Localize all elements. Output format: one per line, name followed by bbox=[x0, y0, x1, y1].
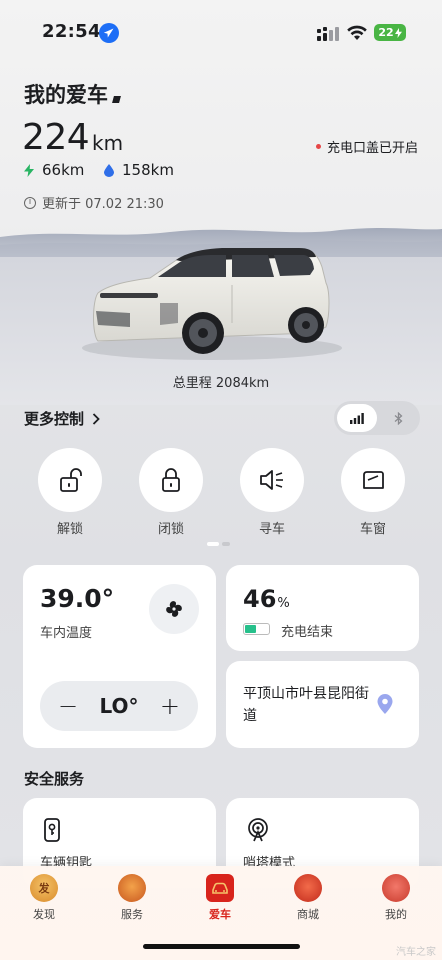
battery-level-fill bbox=[245, 625, 256, 633]
battery-percent: 46% bbox=[243, 585, 290, 613]
battery-level-badge: 22 bbox=[374, 24, 406, 41]
status-time: 22:54 bbox=[42, 21, 101, 42]
update-time-text: 更新于 07.02 21:30 bbox=[42, 197, 164, 212]
fan-button[interactable] bbox=[149, 584, 199, 634]
tab-label-service: 服务 bbox=[121, 908, 143, 921]
electric-range-value: 66km bbox=[42, 161, 85, 179]
lock-label: 闭锁 bbox=[157, 522, 184, 537]
battery-level-text: 22 bbox=[378, 26, 394, 39]
connection-mode-toggle[interactable] bbox=[334, 401, 420, 435]
discover-tab-icon: 发 bbox=[30, 874, 58, 902]
my-car-tab-icon bbox=[206, 874, 234, 902]
fan-icon bbox=[166, 601, 182, 617]
charging-bolt-icon bbox=[394, 27, 402, 38]
tab-label-discover: 发现 bbox=[33, 908, 55, 921]
more-controls-link[interactable]: 更多控制 bbox=[24, 408, 100, 429]
info-icon: i bbox=[24, 196, 36, 209]
window-label: 车窗 bbox=[359, 522, 386, 537]
bluetooth-mode-button[interactable] bbox=[378, 404, 418, 432]
location-pin-icon bbox=[377, 694, 393, 714]
find-car-button[interactable] bbox=[240, 448, 304, 512]
lightning-icon bbox=[24, 163, 34, 177]
charging-status: 充电结束 bbox=[281, 625, 334, 640]
tab-service[interactable]: 服务 bbox=[100, 874, 164, 922]
tab-label-profile: 我的 bbox=[385, 908, 407, 921]
more-controls-label: 更多控制 bbox=[24, 410, 85, 428]
tab-label-mall: 商城 bbox=[297, 908, 319, 921]
climate-card[interactable]: 39.0° 车内温度 − LO° + bbox=[23, 565, 216, 748]
horn-icon bbox=[260, 470, 283, 490]
bluetooth-icon bbox=[394, 411, 402, 425]
tab-mall[interactable]: 商城 bbox=[276, 874, 340, 922]
temperature-increase-button[interactable]: + bbox=[160, 692, 180, 720]
charge-port-status-text: 充电口盖已开启 bbox=[326, 141, 418, 156]
unlock-label: 解锁 bbox=[56, 522, 83, 537]
page-dot-active bbox=[207, 542, 219, 546]
page-title: 我的爱车 bbox=[24, 83, 108, 107]
lock-icon bbox=[162, 468, 180, 492]
battery-percent-value: 46 bbox=[243, 585, 277, 613]
total-range-value: 224 bbox=[22, 117, 90, 158]
unlock-icon bbox=[60, 468, 82, 492]
update-time[interactable]: i 更新于 07.02 21:30 bbox=[24, 193, 164, 212]
temperature-setting: LO° bbox=[99, 694, 139, 718]
page-dot bbox=[222, 542, 230, 546]
wifi-icon bbox=[346, 24, 368, 42]
battery-card[interactable]: 46% 充电结束 bbox=[226, 565, 419, 651]
tab-label-my-car: 爱车 bbox=[209, 908, 231, 921]
home-indicator[interactable] bbox=[143, 944, 300, 949]
discover-tab-icon-text: 发 bbox=[38, 882, 50, 895]
lock-control[interactable]: 闭锁 bbox=[139, 448, 203, 537]
cellular-signal-icon bbox=[316, 26, 340, 41]
controls-page-indicator bbox=[207, 542, 230, 546]
battery-percent-unit: % bbox=[277, 596, 290, 611]
window-icon bbox=[363, 471, 384, 489]
cabin-temperature-label: 车内温度 bbox=[40, 626, 93, 641]
unlock-button[interactable] bbox=[38, 448, 102, 512]
battery-level-bar bbox=[243, 623, 270, 635]
tab-profile[interactable]: 我的 bbox=[364, 874, 428, 922]
fuel-range: 158km bbox=[104, 161, 174, 179]
location-arrow-icon bbox=[99, 23, 119, 43]
total-range-unit: km bbox=[92, 131, 124, 155]
odometer: 总里程 2084km bbox=[172, 376, 270, 391]
profile-tab-icon bbox=[382, 874, 410, 902]
location-card[interactable]: 平顶山市叶县昆阳街道 bbox=[226, 661, 419, 748]
electric-range: 66km bbox=[24, 161, 84, 179]
tab-discover[interactable]: 发 发现 bbox=[12, 874, 76, 922]
alert-dot-icon bbox=[315, 144, 321, 149]
signal-bars-icon bbox=[350, 412, 364, 424]
mall-tab-icon bbox=[294, 874, 322, 902]
fuel-drop-icon bbox=[104, 163, 114, 177]
title-mark-icon bbox=[112, 96, 121, 103]
service-tab-icon bbox=[118, 874, 146, 902]
sentry-icon bbox=[248, 818, 268, 842]
cabin-temperature-value: 39.0° bbox=[40, 584, 115, 613]
tab-my-car[interactable]: 爱车 bbox=[188, 874, 252, 922]
car-key-icon bbox=[44, 818, 60, 842]
chevron-right-icon bbox=[92, 412, 100, 425]
unlock-control[interactable]: 解锁 bbox=[38, 448, 102, 537]
lock-button[interactable] bbox=[139, 448, 203, 512]
vehicle-location-address: 平顶山市叶县昆阳街道 bbox=[243, 686, 369, 724]
find-car-control[interactable]: 寻车 bbox=[240, 448, 304, 537]
window-button[interactable] bbox=[341, 448, 405, 512]
temperature-stepper: − LO° + bbox=[40, 681, 198, 731]
watermark: 汽车之家 bbox=[396, 947, 436, 958]
window-control[interactable]: 车窗 bbox=[341, 448, 405, 537]
fuel-range-value: 158km bbox=[122, 161, 174, 179]
charge-port-status[interactable]: 充电口盖已开启 bbox=[315, 137, 418, 156]
find-car-label: 寻车 bbox=[258, 522, 285, 537]
temperature-decrease-button[interactable]: − bbox=[58, 692, 78, 720]
cellular-mode-button[interactable] bbox=[337, 404, 377, 432]
safety-services-title: 安全服务 bbox=[24, 770, 85, 788]
